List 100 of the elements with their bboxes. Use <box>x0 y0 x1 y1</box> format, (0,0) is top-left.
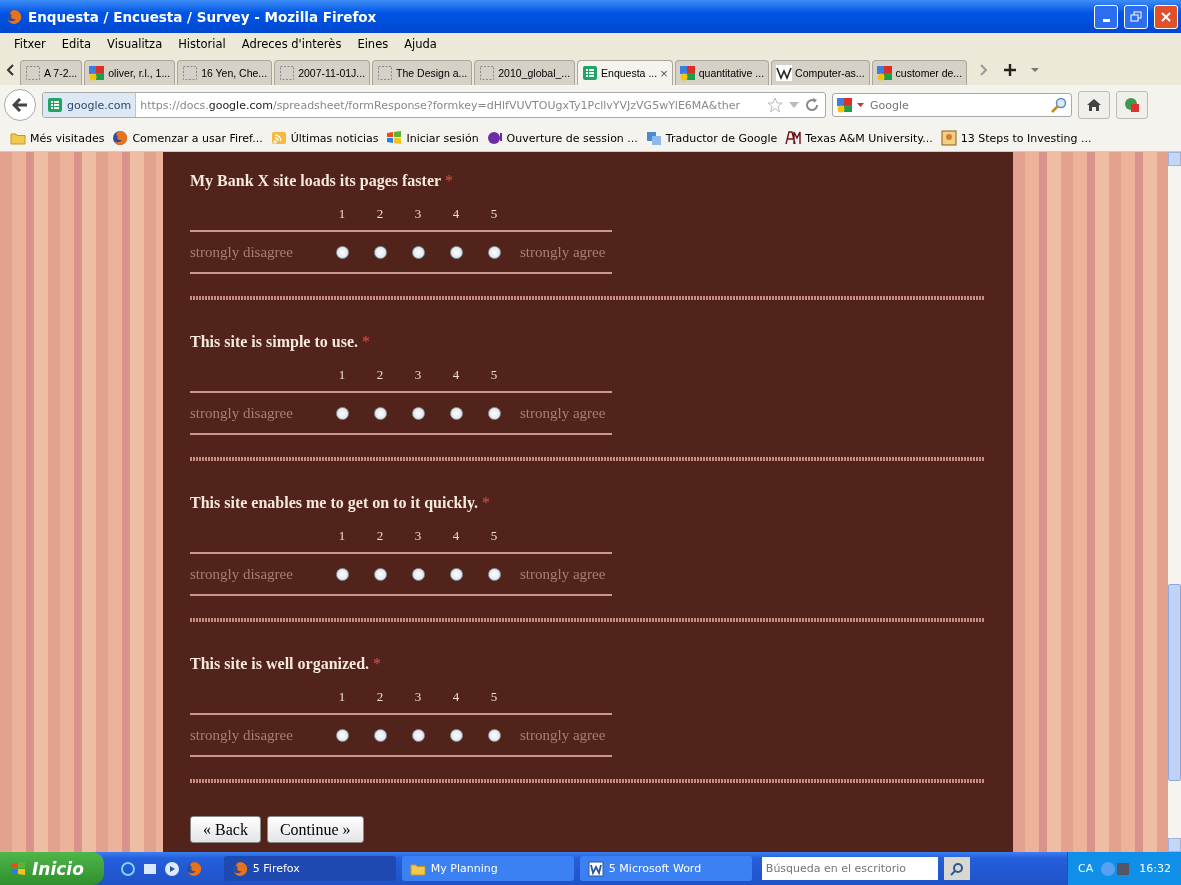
scale-number: 3 <box>413 367 423 383</box>
scale-number: 2 <box>375 528 385 544</box>
page-icon <box>279 65 296 81</box>
clock: 16:32 <box>1139 862 1171 875</box>
radio-button[interactable] <box>374 567 387 581</box>
radio-button[interactable] <box>374 728 387 742</box>
globe-icon[interactable] <box>119 860 136 877</box>
restore-button[interactable] <box>1124 4 1148 29</box>
bookmark-link[interactable]: Comenzar a usar Firef... <box>112 130 263 146</box>
menu-item[interactable]: Adreces d'interès <box>233 37 350 51</box>
scale-number: 5 <box>489 206 499 222</box>
tab-title: customer de... <box>895 67 963 79</box>
radio-button[interactable] <box>412 728 425 742</box>
radio-button[interactable] <box>412 245 425 259</box>
addon-button[interactable] <box>1116 91 1148 119</box>
page-icon <box>479 65 496 81</box>
bookmark-link[interactable]: Últimas noticias <box>270 130 379 146</box>
new-tab-icon[interactable] <box>1003 63 1018 77</box>
nav-button[interactable]: « Back <box>190 816 261 843</box>
browser-tab[interactable]: 16 Yen, Che... <box>177 60 273 85</box>
scrollbar[interactable] <box>1168 152 1181 852</box>
search-bar[interactable]: Google <box>832 93 1072 117</box>
menu-item[interactable]: Historial <box>170 37 234 51</box>
browser-tab[interactable]: Enquesta ... × <box>577 60 673 85</box>
search-input[interactable]: Google <box>868 97 1047 113</box>
search-icon[interactable] <box>1051 97 1067 113</box>
close-tab-icon[interactable]: × <box>660 65 668 81</box>
menu-item[interactable]: Edita <box>53 37 100 51</box>
windows-flag-icon <box>10 860 26 877</box>
radio-button[interactable] <box>412 406 425 420</box>
nav-button[interactable]: Continue » <box>266 816 364 843</box>
bookmark-link[interactable]: Ouverture de session ... <box>486 130 638 146</box>
back-button[interactable] <box>4 89 36 121</box>
menu-item[interactable]: Fitxer <box>6 37 54 51</box>
scale-number: 4 <box>451 206 461 222</box>
scale-number: 3 <box>413 528 423 544</box>
browser-tab[interactable]: oliver, r.l., 1... <box>84 60 176 85</box>
taskbar-button[interactable]: 5 Firefox <box>223 856 396 881</box>
close-button[interactable] <box>1154 4 1178 29</box>
taskbar-button[interactable]: 5 Microsoft Word <box>579 856 752 881</box>
question-title: This site is well organized. * <box>190 655 383 675</box>
tab-title: 16 Yen, Che... <box>201 67 268 79</box>
bookmark-link[interactable]: Iniciar sesión <box>386 130 479 146</box>
page-icon <box>377 65 394 81</box>
scale-number: 5 <box>489 528 499 544</box>
radio-button[interactable] <box>412 567 425 581</box>
scale-number: 5 <box>489 367 499 383</box>
reload-icon[interactable] <box>805 98 819 112</box>
radio-button[interactable] <box>450 245 463 259</box>
menu-item[interactable]: Visualitza <box>99 37 171 51</box>
radio-button[interactable] <box>488 567 501 581</box>
tab-title: The Design a... <box>396 67 468 79</box>
radio-button[interactable] <box>336 406 349 420</box>
url-text: https://docs.google.com/spreadsheet/formResponse?formkey=dHlfVUVTOUgxTy1PcllvYVJzVG5wYlE6MA&ther <box>139 98 742 112</box>
radio-button[interactable] <box>450 728 463 742</box>
address-bar[interactable]: google.com https://docs.google.com/spreadsheet/formResponse?formkey=dHlfVUVTOUgxTy1PcllvYVJzVG5wYlE6MA&ther <box>42 92 826 118</box>
bookmark-link[interactable]: Traductor de Google <box>645 130 778 146</box>
dropdown-icon[interactable] <box>857 103 864 107</box>
browser-tab[interactable]: The Design a... <box>372 60 473 85</box>
browser-tab[interactable]: Computer-as... <box>771 60 870 85</box>
browser-tab[interactable]: customer de... <box>871 60 968 85</box>
scale-number: 4 <box>451 367 461 383</box>
bookmark-link[interactable]: Més visitades <box>10 130 105 146</box>
radio-button[interactable] <box>374 406 387 420</box>
site-identity[interactable]: google.com <box>43 93 137 117</box>
browser-tab[interactable]: 2007-11-01J... <box>274 60 371 85</box>
star-icon[interactable] <box>767 97 783 113</box>
scale-label: strongly agree <box>520 726 607 744</box>
radio-button[interactable] <box>336 728 349 742</box>
colored-blocks-icon <box>876 65 893 81</box>
minimize-button[interactable] <box>1094 4 1118 29</box>
scale-label: strongly disagree <box>190 243 294 261</box>
radio-button[interactable] <box>450 406 463 420</box>
taskbar-button[interactable]: My Planning <box>401 856 574 881</box>
browser-tab[interactable]: quantitative ... <box>674 60 770 85</box>
menu-item[interactable]: Eines <box>349 37 397 51</box>
radio-button[interactable] <box>488 728 501 742</box>
radio-button[interactable] <box>374 245 387 259</box>
home-button[interactable] <box>1078 91 1110 119</box>
desktop-search-field[interactable]: Búsqueda en el escritorio <box>761 857 938 880</box>
tab-title: 2007-11-01J... <box>298 67 366 79</box>
bookmark-link[interactable]: 13 Steps to Investing ... <box>940 130 1092 146</box>
question-title: This site enables me to get on to it quickly. * <box>190 494 491 514</box>
browser-tab[interactable]: A 7-2... <box>20 60 83 85</box>
media-icon[interactable] <box>163 860 180 877</box>
firefox-icon <box>231 860 248 877</box>
menu-item[interactable]: Ajuda <box>396 37 445 51</box>
bookmark-link[interactable]: Texas A&M University... <box>785 130 933 146</box>
radio-button[interactable] <box>336 567 349 581</box>
back-arrow-icon <box>12 98 28 112</box>
radio-button[interactable] <box>450 567 463 581</box>
radio-button[interactable] <box>336 245 349 259</box>
dropdown-icon[interactable] <box>1031 68 1040 72</box>
feed-icon <box>270 130 287 146</box>
browser-tab[interactable]: 2010_global_... <box>474 60 576 85</box>
scale-label: strongly agree <box>520 565 607 583</box>
question-title: This site is simple to use. * <box>190 333 371 353</box>
radio-button[interactable] <box>488 406 501 420</box>
search-button[interactable] <box>943 857 970 880</box>
radio-button[interactable] <box>488 245 501 259</box>
